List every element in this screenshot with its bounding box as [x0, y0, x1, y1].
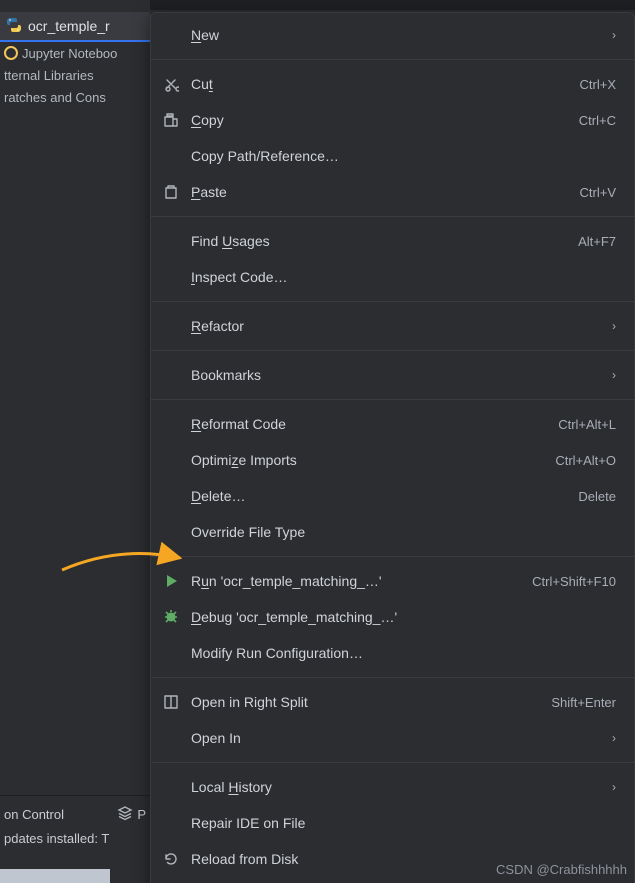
menu-separator: [151, 59, 634, 60]
paste-icon: [151, 184, 191, 200]
menu-separator: [151, 677, 634, 678]
project-item[interactable]: ratches and Cons: [0, 86, 150, 108]
bottom-panel: on Control P pdates installed: T: [0, 795, 150, 883]
menu-item-shortcut: Ctrl+Alt+L: [558, 417, 616, 432]
menu-item[interactable]: Repair IDE on File: [151, 805, 634, 841]
menu-item-label: Optimize Imports: [191, 452, 543, 468]
p-badge[interactable]: P: [137, 807, 146, 822]
menu-item[interactable]: New ›: [151, 17, 634, 53]
chevron-right-icon: ›: [600, 368, 616, 382]
app-root: ocr_temple_r Jupyter Notebootternal Libr…: [0, 0, 635, 883]
editor-background: [150, 0, 635, 10]
chevron-right-icon: ›: [600, 28, 616, 42]
editor-tab-ocr-temple[interactable]: ocr_temple_r: [0, 12, 150, 42]
menu-item-shortcut: Ctrl+V: [580, 185, 616, 200]
menu-separator: [151, 762, 634, 763]
editor-tab-label: ocr_temple_r: [28, 18, 110, 34]
project-sidebar: ocr_temple_r Jupyter Notebootternal Libr…: [0, 0, 150, 883]
menu-item[interactable]: Copy Ctrl+C: [151, 102, 634, 138]
menu-item-label: Refactor: [191, 318, 592, 334]
watermark: CSDN @Crabfishhhhh: [496, 862, 627, 877]
reload-icon: [151, 851, 191, 867]
menu-item-label: Find Usages: [191, 233, 566, 249]
menu-item-shortcut: Shift+Enter: [551, 695, 616, 710]
copy-icon: [151, 112, 191, 128]
chevron-right-icon: ›: [600, 731, 616, 745]
menu-item-label: Debug 'ocr_temple_matching_…': [191, 609, 616, 625]
menu-item[interactable]: Refactor ›: [151, 308, 634, 344]
menu-item-label: Reformat Code: [191, 416, 546, 432]
menu-item[interactable]: Override File Type: [151, 514, 634, 550]
project-tree[interactable]: Jupyter Notebootternal Librariesratches …: [0, 42, 150, 108]
menu-item-label: New: [191, 27, 592, 43]
menu-item[interactable]: Reformat Code Ctrl+Alt+L: [151, 406, 634, 442]
menu-item[interactable]: Inspect Code…: [151, 259, 634, 295]
split-icon: [151, 694, 191, 710]
menu-item[interactable]: Find Usages Alt+F7: [151, 223, 634, 259]
bottom-line1: on Control: [4, 807, 64, 822]
menu-item-label: Paste: [191, 184, 568, 200]
cut-icon: [151, 76, 191, 92]
menu-item-label: Inspect Code…: [191, 269, 616, 285]
run-icon: [151, 573, 191, 589]
menu-item-label: Bookmarks: [191, 367, 592, 383]
menu-item-label: Run 'ocr_temple_matching_…': [191, 573, 520, 589]
chevron-right-icon: ›: [600, 319, 616, 333]
project-item[interactable]: Jupyter Noteboo: [0, 42, 150, 64]
menu-item-label: Open in Right Split: [191, 694, 539, 710]
menu-item[interactable]: Optimize Imports Ctrl+Alt+O: [151, 442, 634, 478]
jupyter-icon: [4, 46, 18, 60]
menu-item-label: Copy Path/Reference…: [191, 148, 616, 164]
menu-separator: [151, 399, 634, 400]
menu-item[interactable]: Delete… Delete: [151, 478, 634, 514]
menu-item[interactable]: Debug 'ocr_temple_matching_…': [151, 599, 634, 635]
menu-item-label: Override File Type: [191, 524, 616, 540]
bottom-line2: pdates installed: T: [4, 831, 109, 846]
menu-item[interactable]: Paste Ctrl+V: [151, 174, 634, 210]
debug-icon: [151, 609, 191, 625]
menu-item-label: Modify Run Configuration…: [191, 645, 616, 661]
menu-item[interactable]: Run 'ocr_temple_matching_…' Ctrl+Shift+F1…: [151, 563, 634, 599]
menu-item-label: Cut: [191, 76, 568, 92]
menu-item[interactable]: Open In ›: [151, 720, 634, 756]
menu-separator: [151, 556, 634, 557]
menu-item[interactable]: Copy Path/Reference…: [151, 138, 634, 174]
menu-item[interactable]: Open in Right Split Shift+Enter: [151, 684, 634, 720]
context-menu: New › Cut Ctrl+X Copy Ctrl+C Copy Path/Referen…: [150, 12, 635, 883]
menu-item-label: Repair IDE on File: [191, 815, 616, 831]
layers-icon[interactable]: [117, 805, 133, 824]
menu-item-shortcut: Delete: [578, 489, 616, 504]
project-item[interactable]: tternal Libraries: [0, 64, 150, 86]
menu-item-label: Delete…: [191, 488, 566, 504]
menu-item-label: Copy: [191, 112, 567, 128]
chevron-right-icon: ›: [600, 780, 616, 794]
menu-item-shortcut: Ctrl+Alt+O: [555, 453, 616, 468]
menu-separator: [151, 301, 634, 302]
menu-item[interactable]: Modify Run Configuration…: [151, 635, 634, 671]
menu-item[interactable]: Bookmarks ›: [151, 357, 634, 393]
menu-separator: [151, 216, 634, 217]
menu-item-shortcut: Alt+F7: [578, 234, 616, 249]
menu-item-label: Open In: [191, 730, 592, 746]
menu-item[interactable]: Local History ›: [151, 769, 634, 805]
menu-item-label: Local History: [191, 779, 592, 795]
menu-item[interactable]: Cut Ctrl+X: [151, 66, 634, 102]
menu-separator: [151, 350, 634, 351]
python-file-icon: [6, 17, 22, 36]
preview-thumbnail: [0, 869, 110, 883]
menu-item-shortcut: Ctrl+Shift+F10: [532, 574, 616, 589]
menu-item-shortcut: Ctrl+X: [580, 77, 616, 92]
menu-item-shortcut: Ctrl+C: [579, 113, 616, 128]
